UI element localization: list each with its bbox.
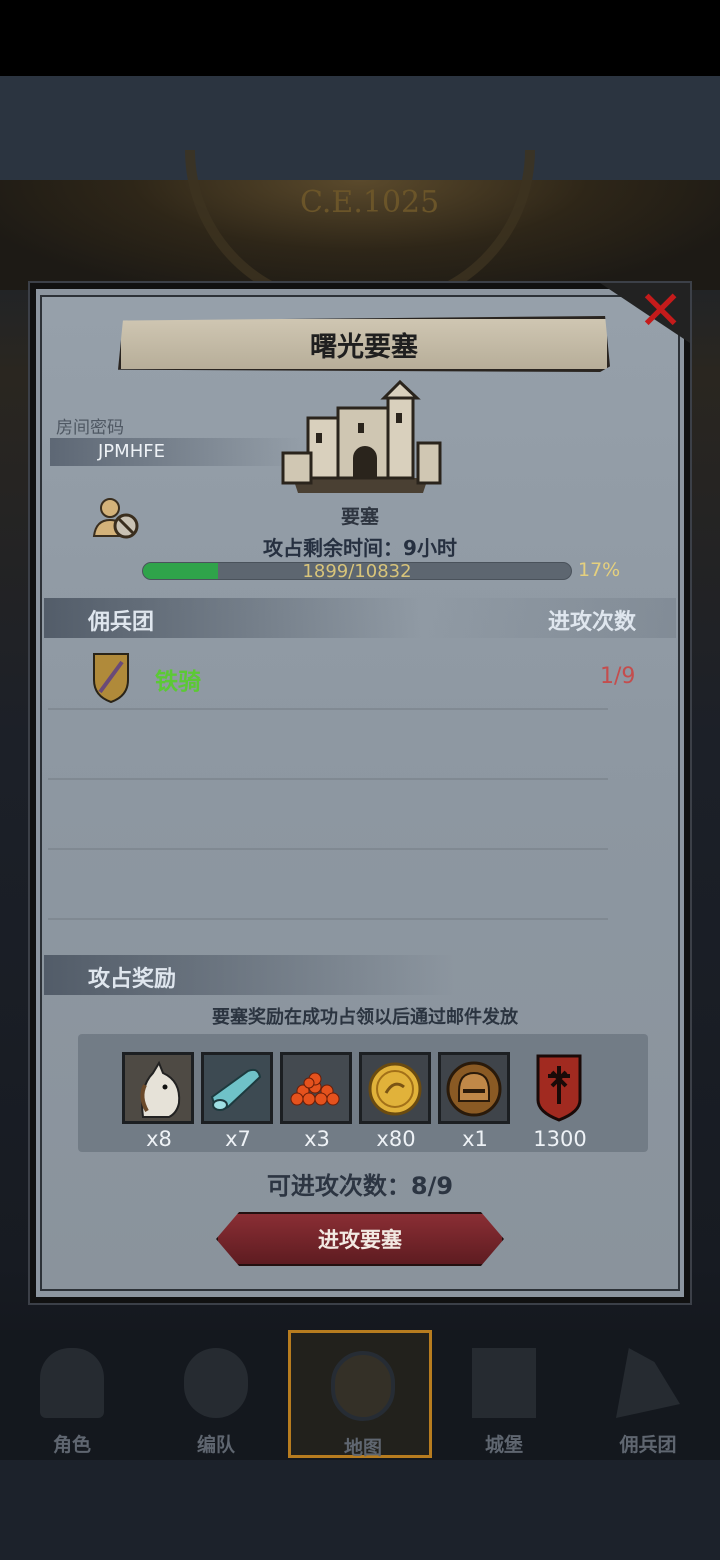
nav-item-formation[interactable]: 编队 <box>144 1330 288 1458</box>
fortress-icon <box>281 379 442 493</box>
banner-emblem-icon <box>536 1054 582 1122</box>
time-remaining-label: 攻占剩余时间：9小时 <box>263 536 457 560</box>
mercenary-name: 铁骑 <box>155 669 201 695</box>
status-bar <box>0 0 720 76</box>
list-item-empty <box>48 780 608 850</box>
reward-qty: x3 <box>304 1127 330 1151</box>
remaining-attempts: 可进攻次数：8/9 <box>266 1172 454 1200</box>
shield-icon <box>93 653 129 704</box>
reward-item-caviar[interactable] <box>280 1052 352 1124</box>
reward-qty: 1300 <box>533 1127 587 1151</box>
cloth-roll-icon <box>204 1055 270 1121</box>
list-item-empty <box>48 850 608 920</box>
castle-icon <box>472 1348 536 1418</box>
rewards-title: 攻占奖励 <box>88 967 177 992</box>
reward-qty: x80 <box>376 1127 416 1151</box>
mercenary-header-label: 佣兵团 <box>88 610 155 635</box>
progress-percent: 17% <box>578 559 621 581</box>
dialog-title: 曙光要塞 <box>310 331 418 363</box>
reward-item-helmet[interactable] <box>438 1052 510 1124</box>
rewards-note: 要塞奖励在成功占领以后通过邮件发放 <box>212 1007 518 1028</box>
nav-label: 地图 <box>343 1437 382 1459</box>
room-code-label: 房间密码 <box>56 418 124 438</box>
gold-coin-icon <box>362 1055 428 1121</box>
reward-qty: x7 <box>225 1127 251 1151</box>
horse-icon <box>125 1055 191 1121</box>
nav-item-map[interactable]: 地图 <box>288 1330 432 1459</box>
list-item-empty <box>48 710 608 780</box>
reward-qty: x8 <box>146 1127 172 1151</box>
attack-fortress-button-label: 进攻要塞 <box>318 1228 402 1252</box>
occupation-progress-bar: 1899/10832 <box>142 561 572 582</box>
era-dial-text: C.E.1025 <box>300 185 440 220</box>
nav-label: 编队 <box>196 1434 235 1456</box>
reward-item-gold[interactable] <box>359 1052 431 1124</box>
close-icon: ✕ <box>638 279 684 342</box>
knight-icon <box>40 1348 104 1418</box>
ship-icon <box>616 1348 680 1418</box>
system-nav-area <box>0 1460 720 1560</box>
reward-item-emblem[interactable] <box>526 1052 598 1124</box>
nav-item-character[interactable]: 角色 <box>0 1330 144 1458</box>
nav-label: 角色 <box>52 1434 91 1456</box>
attack-fortress-button[interactable]: 进攻要塞 <box>216 1212 504 1266</box>
compass-icon <box>331 1351 395 1421</box>
building-type-label: 要塞 <box>340 506 379 528</box>
dialog-title-banner: 曙光要塞 <box>118 316 610 372</box>
list-item[interactable] <box>48 640 608 710</box>
reward-item-cloth[interactable] <box>201 1052 273 1124</box>
helmet-icon <box>441 1055 507 1121</box>
reward-item-horse[interactable] <box>122 1052 194 1124</box>
progress-text: 1899/10832 <box>302 561 412 582</box>
close-button[interactable]: ✕ <box>600 283 690 343</box>
user-ban-icon[interactable] <box>92 496 140 540</box>
nav-item-castle[interactable]: 城堡 <box>432 1330 576 1458</box>
room-code-value[interactable]: JPMHFE <box>50 438 300 466</box>
mercenary-attack-count: 1/9 <box>600 664 636 689</box>
nav-label: 城堡 <box>484 1434 523 1456</box>
nav-label: 佣兵团 <box>619 1434 677 1456</box>
attack-count-header-label: 进攻次数 <box>548 610 637 635</box>
reward-qty: x1 <box>462 1127 488 1151</box>
caviar-icon <box>283 1055 349 1121</box>
helmet-icon <box>184 1348 248 1418</box>
nav-item-mercenary[interactable]: 佣兵团 <box>576 1330 720 1458</box>
